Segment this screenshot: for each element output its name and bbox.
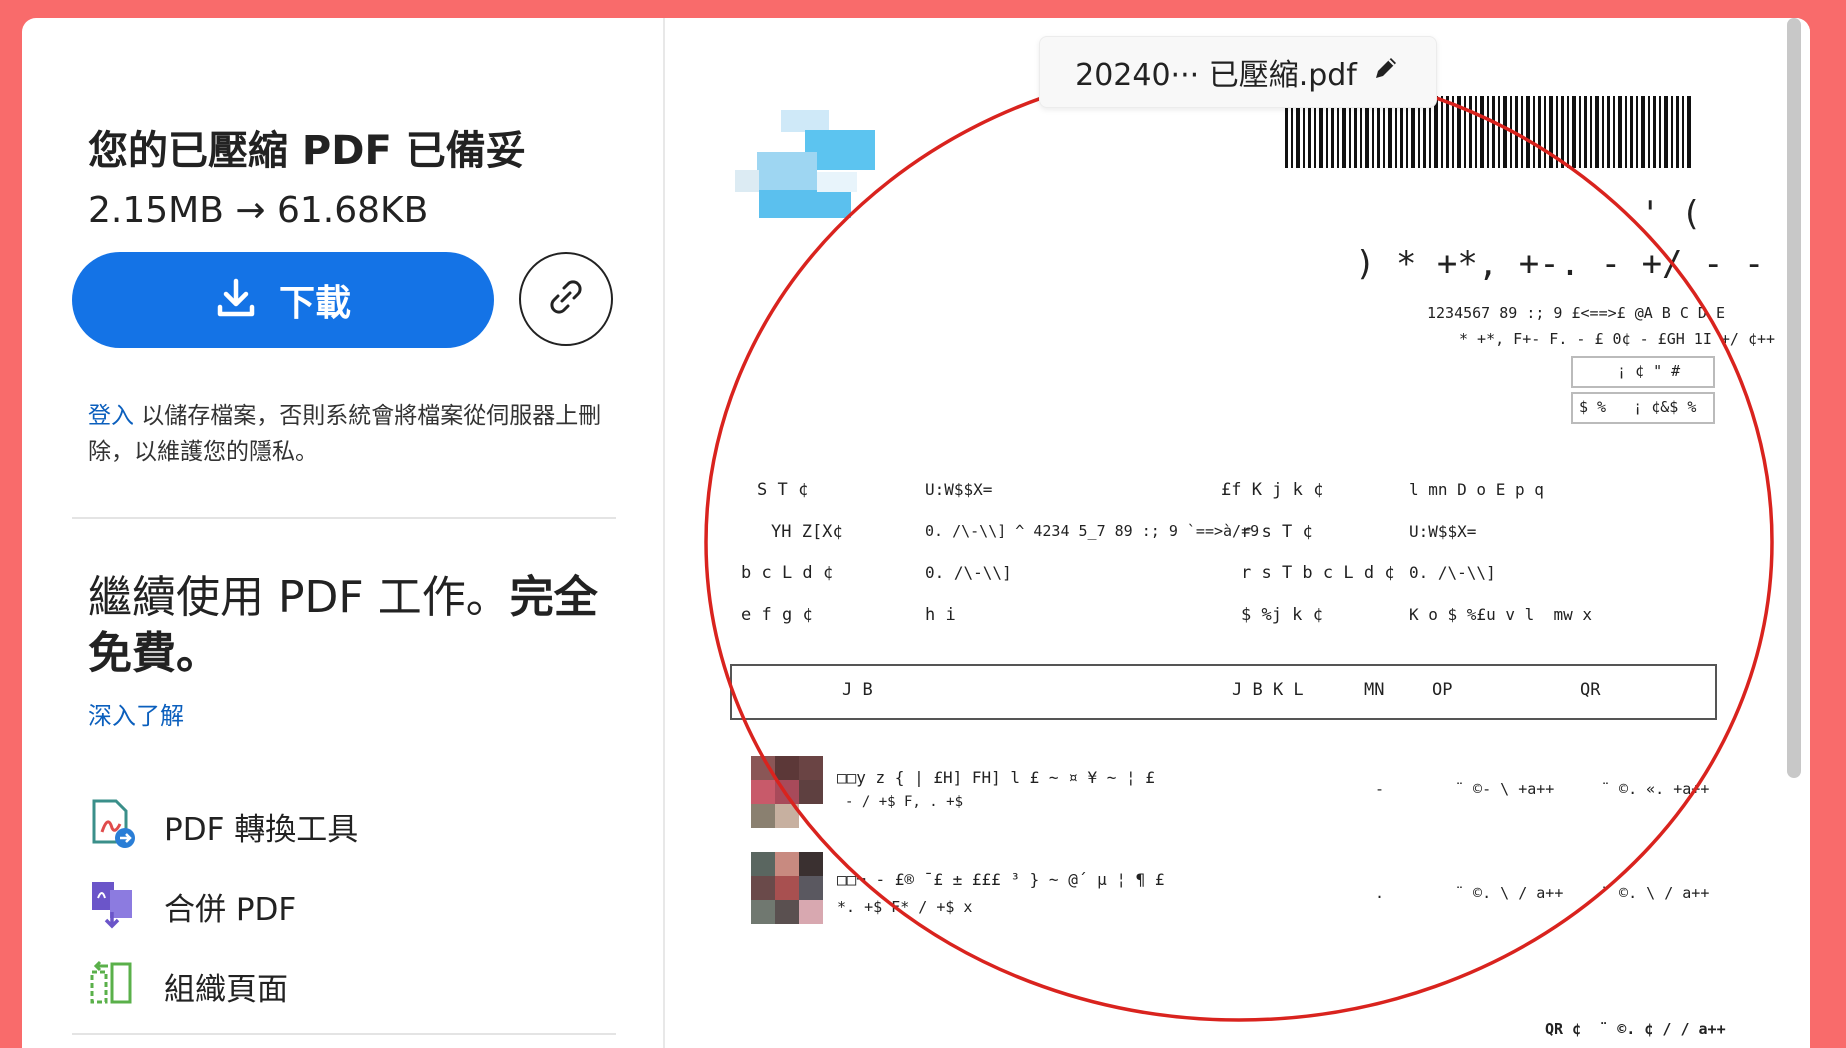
ready-title: 您的已壓縮 PDF 已備妥 bbox=[88, 128, 526, 174]
section-divider bbox=[72, 517, 616, 519]
main-card: 您的已壓縮 PDF 已備妥 2.15MB → 61.68KB 下載 登入 以儲存… bbox=[22, 18, 1810, 1048]
download-icon bbox=[215, 277, 257, 323]
tool-pdf-convert[interactable]: PDF 轉換工具 bbox=[88, 798, 358, 854]
pdf-preview[interactable]: ' ( ) * +*, +-. - +/ - - . 0*. 0 1234567… bbox=[665, 18, 1810, 1048]
sign-in-notice: 登入 以儲存檔案，否則系統會將檔案從伺服器上刪除，以維護您的隱私。 bbox=[88, 398, 608, 470]
pdf-page: ' ( ) * +*, +-. - +/ - - . 0*. 0 1234567… bbox=[665, 18, 1810, 1048]
preview-scrollbar[interactable] bbox=[1787, 18, 1801, 778]
tool-merge-pdf[interactable]: 合併 PDF bbox=[88, 878, 296, 934]
notice-text: 以儲存檔案，否則系統會將檔案從伺服器上刪除，以維護您的隱私。 bbox=[88, 403, 602, 465]
sign-in-link[interactable]: 登入 bbox=[88, 403, 134, 429]
filename-chip[interactable]: 20240··· 已壓縮.pdf bbox=[1039, 36, 1437, 108]
organize-pages-icon bbox=[88, 958, 138, 1014]
merge-pdf-icon bbox=[88, 878, 138, 934]
tool-label: PDF 轉換工具 bbox=[164, 811, 359, 848]
tool-label: 合併 PDF bbox=[164, 891, 297, 928]
pencil-icon[interactable] bbox=[1371, 53, 1401, 91]
section-divider bbox=[72, 1033, 616, 1035]
filename-text: 20240··· 已壓縮.pdf bbox=[1075, 58, 1357, 93]
compression-size-info: 2.15MB → 61.68KB bbox=[88, 190, 429, 231]
download-label: 下載 bbox=[278, 283, 351, 324]
tool-organize-pages[interactable]: 組織頁面 bbox=[88, 958, 288, 1014]
copy-link-button[interactable] bbox=[519, 252, 613, 346]
pdf-convert-icon bbox=[88, 798, 138, 854]
continue-title-regular: 繼續使用 PDF 工作。 bbox=[88, 572, 510, 623]
tool-label: 組織頁面 bbox=[164, 971, 288, 1008]
link-icon bbox=[544, 275, 588, 323]
left-panel: 您的已壓縮 PDF 已備妥 2.15MB → 61.68KB 下載 登入 以儲存… bbox=[22, 18, 662, 1048]
download-button[interactable]: 下載 bbox=[72, 252, 494, 348]
continue-title: 繼續使用 PDF 工作。完全免費。 bbox=[88, 570, 608, 682]
annotation-circle bbox=[704, 62, 1774, 1022]
learn-more-link[interactable]: 深入了解 bbox=[88, 696, 184, 731]
